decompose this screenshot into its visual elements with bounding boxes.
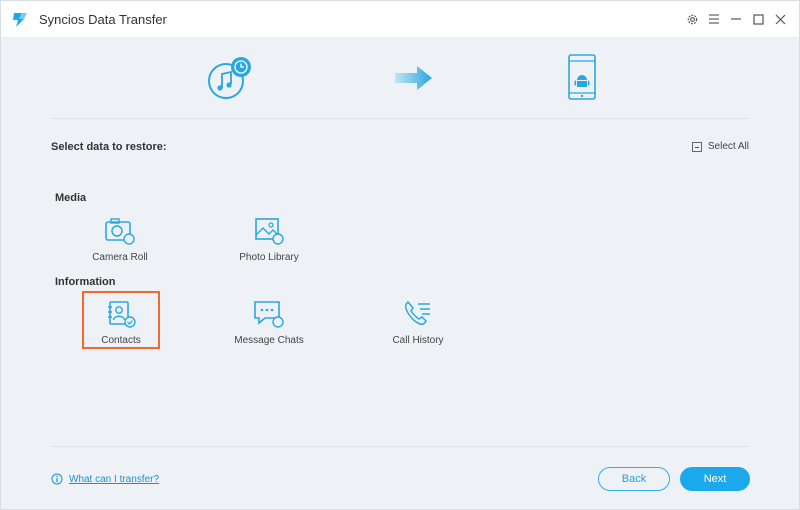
transfer-flow-banner [1,37,799,117]
divider [51,446,749,447]
title-bar: Syncios Data Transfer [1,1,799,37]
item-label: Camera Roll [92,252,148,263]
syncios-logo-icon [13,13,27,27]
close-icon[interactable] [769,10,791,28]
photo-icon [255,218,284,245]
category-media: Media [55,192,87,204]
category-information: Information [55,276,116,288]
restore-prompt: Select data to restore: [51,141,167,153]
contacts-icon [108,301,136,328]
back-button[interactable]: Back [598,467,670,491]
settings-gear-icon[interactable] [681,10,703,28]
itunes-backup-icon [208,57,251,99]
item-message-chats[interactable]: Message Chats [230,293,308,351]
select-all-toggle[interactable]: Select All [691,141,749,152]
item-label: Photo Library [239,252,299,263]
android-device-icon [568,54,596,100]
item-label: Message Chats [234,335,304,346]
item-call-history[interactable]: Call History [379,293,457,351]
help-link-row[interactable]: What can I transfer? [51,473,159,485]
maximize-icon[interactable] [747,10,769,28]
camera-icon [105,218,135,245]
app-window: Syncios Data Transfer Select data to res… [0,0,800,510]
info-icon [51,473,63,485]
window-title: Syncios Data Transfer [39,12,167,27]
message-icon [254,301,284,328]
item-label: Call History [392,335,444,346]
item-camera-roll[interactable]: Camera Roll [81,210,159,268]
select-all-checkbox[interactable] [691,141,702,152]
main-content: Select data to restore: Select All Media… [1,37,799,509]
item-contacts[interactable]: Contacts [82,291,160,349]
item-photo-library[interactable]: Photo Library [230,210,308,268]
divider [51,118,749,119]
what-can-i-transfer-link[interactable]: What can I transfer? [69,474,159,485]
next-button[interactable]: Next [680,467,750,491]
transfer-arrow-icon [395,66,432,90]
phone-icon [405,301,430,325]
item-label: Contacts [101,335,141,346]
select-all-label: Select All [707,141,749,152]
menu-icon[interactable] [703,10,725,28]
minimize-icon[interactable] [725,10,747,28]
